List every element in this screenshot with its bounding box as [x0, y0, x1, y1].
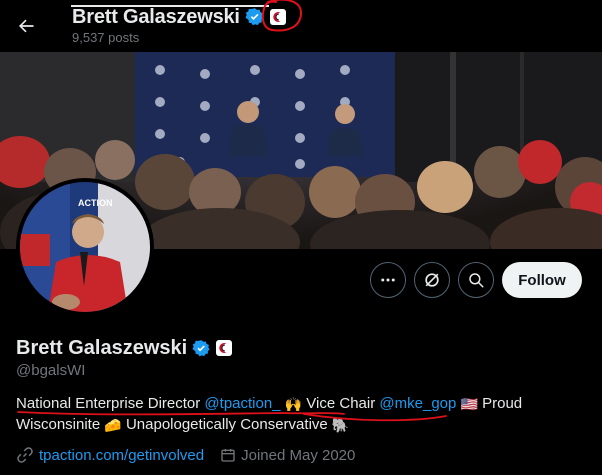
- profile-header-bar: Brett Galaszewski 9,537 posts: [0, 0, 602, 52]
- arrow-left-icon: [19, 19, 34, 33]
- avatar-backdrop-text: ACTION: [78, 198, 113, 208]
- profile-name-row: Brett Galaszewski: [16, 336, 233, 360]
- bio-text: Vice Chair: [302, 395, 380, 412]
- bio-text: Unapologetically Conservative: [121, 416, 332, 433]
- more-button[interactable]: [370, 262, 406, 298]
- join-date-item: Joined May 2020: [220, 447, 355, 464]
- link-icon: [17, 447, 33, 463]
- profile-bio: National Enterprise Director @tpaction_ …: [16, 393, 591, 435]
- profile-handle: @bgalsWI: [16, 362, 86, 379]
- calendar-icon: [221, 449, 235, 462]
- elephant-emoji-icon: 🐘: [331, 417, 350, 433]
- more-icon: [381, 278, 395, 282]
- profile-avatar[interactable]: ACTION: [16, 178, 154, 316]
- mention-link[interactable]: @tpaction_: [204, 395, 280, 412]
- avatar-image: ACTION: [20, 182, 150, 312]
- post-count: 9,537 posts: [72, 30, 140, 45]
- profile-website-link[interactable]: tpaction.com/getinvolved: [39, 447, 204, 464]
- affiliation-logo-icon[interactable]: [269, 9, 286, 25]
- join-date: Joined May 2020: [241, 446, 356, 464]
- raised-hands-emoji-icon: 🙌: [284, 396, 303, 412]
- back-button[interactable]: [8, 8, 44, 44]
- us-flag-emoji-icon: 🇺🇸: [460, 396, 478, 412]
- header-name: Brett Galaszewski: [72, 5, 240, 28]
- follow-button[interactable]: Follow: [502, 262, 582, 298]
- verified-badge-icon[interactable]: [245, 7, 265, 27]
- profile-meta: tpaction.com/getinvolved Joined May 2020: [16, 446, 365, 464]
- search-button[interactable]: [458, 262, 494, 298]
- grok-button[interactable]: [414, 262, 450, 298]
- cheese-emoji-icon: 🧀: [104, 417, 122, 433]
- affiliation-logo-icon[interactable]: [216, 340, 233, 356]
- verified-badge-icon[interactable]: [192, 339, 211, 358]
- search-icon: [469, 273, 484, 288]
- mention-link[interactable]: @mke_gop: [379, 395, 456, 412]
- display-name: Brett Galaszewski: [16, 336, 188, 359]
- profile-link-item: tpaction.com/getinvolved: [16, 446, 204, 464]
- header-name-row: Brett Galaszewski: [72, 4, 286, 30]
- grok-icon: [425, 273, 439, 287]
- bio-text: National Enterprise Director: [16, 395, 205, 412]
